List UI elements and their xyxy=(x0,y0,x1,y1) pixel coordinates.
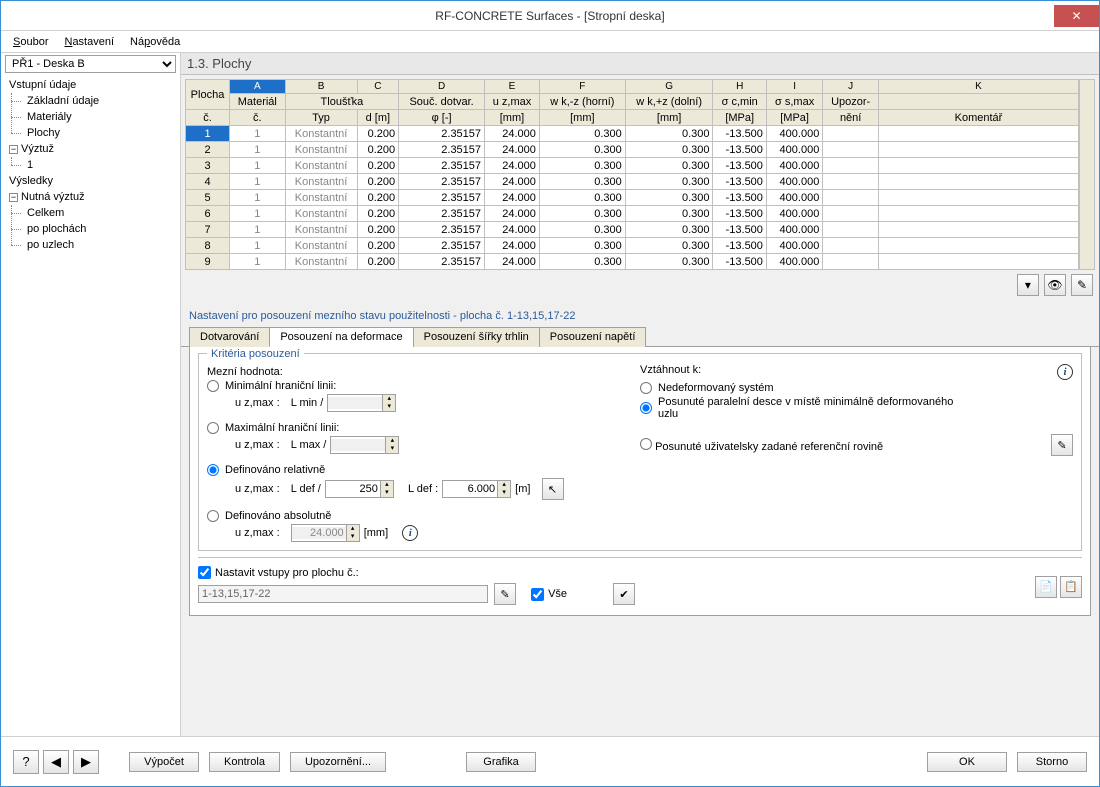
spin-lmax: ▴▾ xyxy=(330,436,399,454)
col-J[interactable]: J xyxy=(823,80,879,94)
criteria-legend: Kritéria posouzení xyxy=(207,348,304,360)
radio-relative[interactable] xyxy=(207,464,219,476)
window-title: RF-CONCRETE Surfaces - [Stropní deska] xyxy=(46,9,1054,23)
col-D[interactable]: D xyxy=(399,80,485,94)
col-A[interactable]: A xyxy=(230,80,286,94)
tree-reinf-1[interactable]: 1 xyxy=(23,157,176,173)
pick-surfaces-button[interactable]: ✎ xyxy=(494,583,516,605)
table-row[interactable]: 21Konstantní0.2002.3515724.0000.3000.300… xyxy=(186,142,1079,158)
table-row[interactable]: 31Konstantní0.2002.3515724.0000.3000.300… xyxy=(186,158,1079,174)
col-C[interactable]: C xyxy=(357,80,399,94)
warnings-button[interactable]: Upozornění... xyxy=(290,752,386,772)
tabs: Dotvarování Posouzení na deformace Posou… xyxy=(181,326,1099,347)
tab-crack[interactable]: Posouzení šířky trhlin xyxy=(413,327,540,347)
tab-deflection[interactable]: Posouzení na deformace xyxy=(269,327,413,347)
pick-icon[interactable]: ✎ xyxy=(1071,274,1093,296)
tree-input-data[interactable]: Vstupní údaje xyxy=(5,77,176,93)
graphics-button[interactable]: Grafika xyxy=(466,752,536,772)
col-G[interactable]: G xyxy=(625,80,713,94)
table-row[interactable]: 71Konstantní0.2002.3515724.0000.3000.300… xyxy=(186,222,1079,238)
spin-lmin: ▴▾ xyxy=(327,394,396,412)
eye-icon[interactable]: 👁 xyxy=(1044,274,1066,296)
radio-undeformed[interactable] xyxy=(640,382,652,394)
calc-button[interactable]: Výpočet xyxy=(129,752,199,772)
pick-span-button[interactable]: ↖ xyxy=(542,478,564,500)
titlebar: RF-CONCRETE Surfaces - [Stropní deska] ✕ xyxy=(1,1,1099,31)
apply-button[interactable]: ✔ xyxy=(613,583,635,605)
col-F[interactable]: F xyxy=(539,80,625,94)
table-scrollbar[interactable] xyxy=(1079,79,1095,270)
table-row[interactable]: 51Konstantní0.2002.3515724.0000.3000.300… xyxy=(186,190,1079,206)
check-button[interactable]: Kontrola xyxy=(209,752,280,772)
tree-surfaces[interactable]: Plochy xyxy=(23,125,176,141)
menu-settings[interactable]: Nastavení xyxy=(58,34,120,50)
surfaces-range-input[interactable] xyxy=(198,585,488,603)
table-row[interactable]: 11Konstantní0.2002.3515724.0000.3000.300… xyxy=(186,126,1079,142)
tab-creep[interactable]: Dotvarování xyxy=(189,327,270,347)
col-I[interactable]: I xyxy=(766,80,822,94)
paste-icon[interactable]: 📋 xyxy=(1060,576,1082,598)
section-title: 1.3. Plochy xyxy=(181,53,1099,75)
chk-all[interactable] xyxy=(531,588,544,601)
info-icon[interactable]: i xyxy=(402,525,418,541)
tree-total[interactable]: Celkem xyxy=(23,205,176,221)
spin-abs: ▴▾ xyxy=(291,524,360,542)
left-head: Mezní hodnota: xyxy=(207,366,640,378)
table-row[interactable]: 81Konstantní0.2002.3515724.0000.3000.300… xyxy=(186,238,1079,254)
chk-set-surface[interactable] xyxy=(198,566,211,579)
table-row[interactable]: 41Konstantní0.2002.3515724.0000.3000.300… xyxy=(186,174,1079,190)
menubar: Soubor Nastavení Nápověda xyxy=(1,31,1099,53)
table-row[interactable]: 61Konstantní0.2002.3515724.0000.3000.300… xyxy=(186,206,1079,222)
tree-by-surface[interactable]: po plochách xyxy=(23,221,176,237)
case-select[interactable]: PŘ1 - Deska B xyxy=(5,55,176,73)
tree-materials[interactable]: Materiály xyxy=(23,109,176,125)
menu-help[interactable]: Nápověda xyxy=(124,34,186,50)
nav-tree: Vstupní údaje Základní údaje Materiály P… xyxy=(5,77,176,253)
table-row[interactable]: 91Konstantní0.2002.3515724.0000.3000.300… xyxy=(186,254,1079,270)
tree-by-node[interactable]: po uzlech xyxy=(23,237,176,253)
close-button[interactable]: ✕ xyxy=(1054,5,1099,27)
right-head: Vztáhnout k: xyxy=(640,364,701,380)
radio-parallel-plate[interactable] xyxy=(640,402,652,414)
menu-file[interactable]: Soubor xyxy=(7,34,54,50)
filter-icon[interactable]: ▾ xyxy=(1017,274,1039,296)
tree-basic[interactable]: Základní údaje xyxy=(23,93,176,109)
hdr-surface[interactable]: Plocha xyxy=(186,80,230,110)
col-K[interactable]: K xyxy=(879,80,1079,94)
ok-button[interactable]: OK xyxy=(927,752,1007,772)
tree-req-reinf[interactable]: −Nutná výztuž xyxy=(5,189,176,205)
cancel-button[interactable]: Storno xyxy=(1017,752,1087,772)
radio-min-line[interactable] xyxy=(207,380,219,392)
col-B[interactable]: B xyxy=(285,80,357,94)
col-H[interactable]: H xyxy=(713,80,766,94)
copy-icon[interactable]: 📄 xyxy=(1035,576,1057,598)
tab-stress[interactable]: Posouzení napětí xyxy=(539,327,647,347)
spin-ldef-length[interactable]: ▴▾ xyxy=(442,480,511,498)
radio-user-plane[interactable] xyxy=(640,438,652,450)
radio-absolute[interactable] xyxy=(207,510,219,522)
tree-reinf[interactable]: −Výztuž xyxy=(5,141,176,157)
tree-results[interactable]: Výsledky xyxy=(5,173,176,189)
col-E[interactable]: E xyxy=(485,80,540,94)
prev-table-icon[interactable]: ◀ xyxy=(43,750,69,774)
radio-max-line[interactable] xyxy=(207,422,219,434)
surfaces-table[interactable]: Plocha A B C D E F G H I J K Mater xyxy=(185,79,1079,270)
settings-panel-title: Nastavení pro posouzení mezního stavu po… xyxy=(181,308,1099,326)
next-table-icon[interactable]: ▶ xyxy=(73,750,99,774)
spin-ldef-ratio[interactable]: ▴▾ xyxy=(325,480,394,498)
pick-ref-plane-button[interactable]: ✎ xyxy=(1051,434,1073,456)
info-icon-right[interactable]: i xyxy=(1057,364,1073,380)
help-icon[interactable]: ? xyxy=(13,750,39,774)
